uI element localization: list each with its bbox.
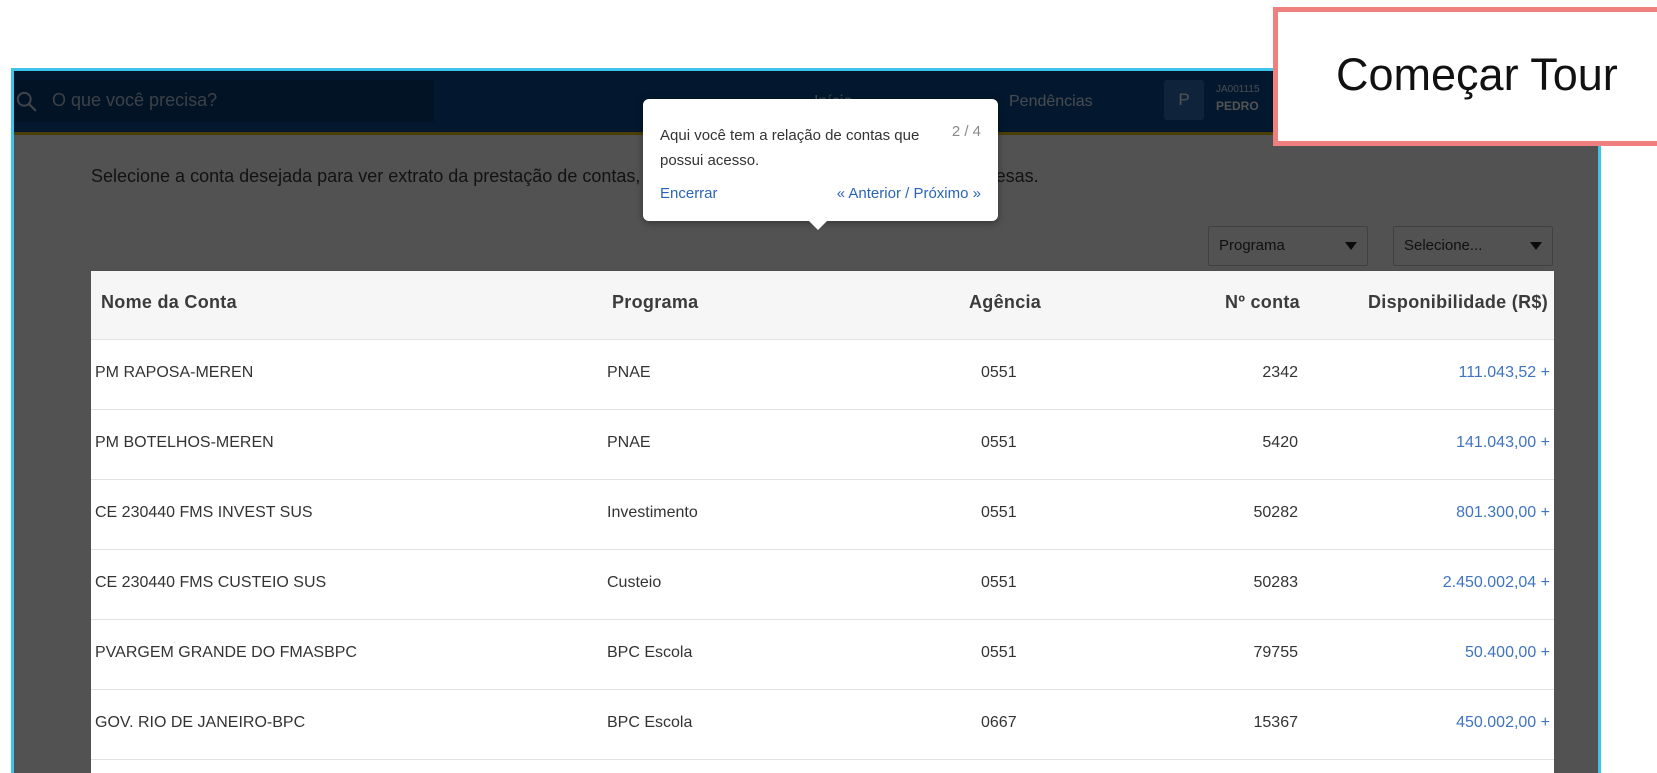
cell-numero: 79755 xyxy=(1253,644,1299,661)
cell-account-name: GOV. RIO DE JANEIRO-BPC xyxy=(95,714,306,731)
table-row[interactable]: GOV. RIO DE JANEIRO-BPC BPC Escola 0667 … xyxy=(91,690,1554,760)
tooltip-arrow xyxy=(808,220,828,230)
column-header-programa[interactable]: Programa xyxy=(612,292,698,313)
tour-navigation: « Anterior / Próximo » xyxy=(837,185,981,202)
cell-agencia: 0551 xyxy=(981,574,1017,591)
cell-programa: Investimento xyxy=(607,504,698,521)
search-placeholder: O que você precisa? xyxy=(52,90,218,110)
cell-account-name: PVARGEM GRANDE DO FMASBPC xyxy=(95,644,357,661)
cell-disponibilidade-link[interactable]: 141.043,00 + xyxy=(1456,434,1550,452)
cell-account-name: CE 230440 FMS CUSTEIO SUS xyxy=(95,574,327,591)
start-tour-label: Começar Tour xyxy=(1336,49,1618,100)
cell-disponibilidade-link[interactable]: 801.300,00 + xyxy=(1456,504,1550,522)
programa-filter-select[interactable]: Programa xyxy=(1208,226,1368,266)
main-content: Selecione a conta desejada para ver extr… xyxy=(14,138,1598,773)
chevron-down-icon xyxy=(1530,242,1542,250)
tour-tooltip: Aqui você tem a relação de contas que po… xyxy=(643,99,998,221)
cell-programa: BPC Escola xyxy=(607,714,693,731)
search-icon[interactable] xyxy=(16,91,38,113)
table-row[interactable]: PM BOTELHOS-MEREN PNAE 0551 5420 141.043… xyxy=(91,410,1554,480)
column-header-disponibilidade[interactable]: Disponibilidade (R$) xyxy=(1368,292,1548,313)
cell-numero: 2342 xyxy=(1262,364,1298,381)
cell-disponibilidade-link[interactable]: 50.400,00 + xyxy=(1465,644,1550,662)
cell-numero: 50282 xyxy=(1253,504,1299,521)
start-tour-button[interactable]: Começar Tour xyxy=(1273,7,1657,146)
programa-filter-value: Programa xyxy=(1219,237,1285,254)
table-row[interactable]: PVARGEM GRANDE DO FMASBPC BPC Escola 055… xyxy=(91,620,1554,690)
nav-link-pendencias[interactable]: Pendências xyxy=(1009,93,1093,111)
column-header-numero[interactable]: Nº conta xyxy=(1225,292,1300,313)
column-header-agencia[interactable]: Agência xyxy=(969,292,1041,313)
cell-numero: 5420 xyxy=(1262,434,1298,451)
tooltip-step-counter: 2 / 4 xyxy=(951,123,981,140)
tooltip-text: Aqui você tem a relação de contas que po… xyxy=(660,127,920,169)
column-header-name[interactable]: Nome da Conta xyxy=(101,292,237,313)
cell-numero: 15367 xyxy=(1253,714,1299,731)
chevron-down-icon xyxy=(1345,242,1357,250)
cell-programa: BPC Escola xyxy=(607,644,693,661)
cell-programa: Custeio xyxy=(607,574,662,591)
table-row[interactable]: CE 230440 FMS CUSTEIO SUS Custeio 0551 5… xyxy=(91,550,1554,620)
cell-account-name: PM RAPOSA-MEREN xyxy=(95,364,254,381)
cell-agencia: 0551 xyxy=(981,504,1017,521)
cell-disponibilidade-link[interactable]: 450.002,00 + xyxy=(1456,714,1550,732)
user-code: JA001115 xyxy=(1216,84,1260,95)
cell-agencia: 0551 xyxy=(981,434,1017,451)
cell-numero: 50283 xyxy=(1253,574,1299,591)
table-header: Nome da Conta Programa Agência Nº conta … xyxy=(91,270,1554,340)
table-row[interactable]: CE 230440 FMS INVEST SUS Investimento 05… xyxy=(91,480,1554,550)
tour-previous-button[interactable]: « Anterior xyxy=(837,185,901,202)
tour-nav-separator: / xyxy=(905,185,910,202)
tour-end-button[interactable]: Encerrar xyxy=(660,185,718,202)
filter-row: Programa Selecione... xyxy=(91,224,1554,270)
user-avatar[interactable]: P xyxy=(1164,80,1204,120)
cell-programa: PNAE xyxy=(607,364,651,381)
page: O que você precisa? Início Pendências P … xyxy=(0,0,1657,773)
account-filter-value: Selecione... xyxy=(1404,237,1483,254)
account-filter-select[interactable]: Selecione... xyxy=(1393,226,1553,266)
cell-disponibilidade-link[interactable]: 2.450.002,04 + xyxy=(1443,574,1550,592)
tour-next-button[interactable]: Próximo » xyxy=(913,185,981,202)
cell-account-name: PM BOTELHOS-MEREN xyxy=(95,434,274,451)
user-name[interactable]: PEDRO xyxy=(1216,99,1259,113)
table-row[interactable]: PM RAPOSA-MEREN PNAE 0551 2342 111.043,5… xyxy=(91,340,1554,410)
cell-agencia: 0667 xyxy=(981,714,1017,731)
accounts-table: Nome da Conta Programa Agência Nº conta … xyxy=(91,270,1554,760)
cell-agencia: 0551 xyxy=(981,364,1017,381)
cell-disponibilidade-link[interactable]: 111.043,52 + xyxy=(1459,364,1551,382)
cell-programa: PNAE xyxy=(607,434,651,451)
cell-account-name: CE 230440 FMS INVEST SUS xyxy=(95,504,313,521)
cell-agencia: 0551 xyxy=(981,644,1017,661)
search-input[interactable]: O que você precisa? xyxy=(14,80,434,122)
